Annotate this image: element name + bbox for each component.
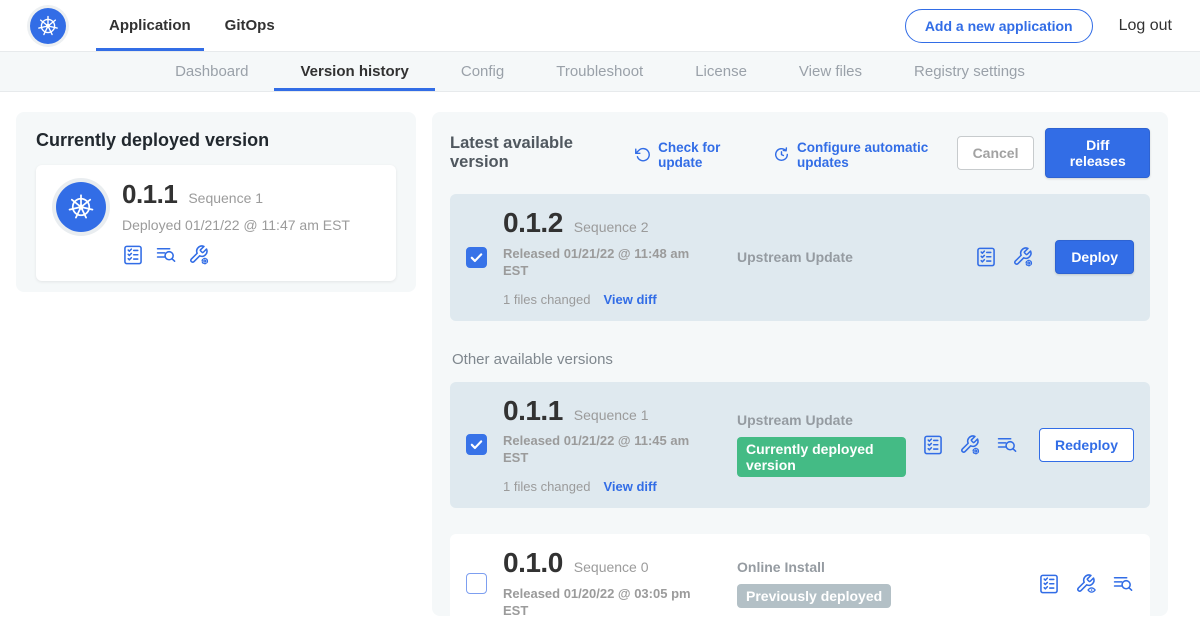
version-actions: Deploy [975,240,1134,274]
version-source: Upstream Update Currently deployed versi… [737,412,906,477]
sequence-label: Sequence 0 [574,559,649,575]
version-source-label: Upstream Update [737,412,906,428]
subnav-tab-view-files[interactable]: View files [773,52,888,91]
deploy-logs-icon[interactable] [155,244,177,266]
subnav-tab-version-history[interactable]: Version history [274,52,434,91]
currently-deployed-title: Currently deployed version [36,130,396,151]
diff-releases-button[interactable]: Diff releases [1045,128,1150,178]
deploy-logs-icon[interactable] [996,434,1018,456]
tab-application[interactable]: Application [96,0,204,51]
subnav-tab-license[interactable]: License [669,52,773,91]
main-content: Currently deployed version 0.1.1 Sequenc… [0,92,1200,634]
top-nav-right: Add a new application Log out [905,0,1200,51]
preflight-checks-icon[interactable] [975,246,997,268]
subnav-tab-config[interactable]: Config [435,52,530,91]
kubernetes-logo [30,8,66,44]
version-row-0-1-0: 0.1.0 Sequence 0 Released 01/20/22 @ 03:… [450,534,1150,634]
released-timestamp: Released 01/20/22 @ 03:05 pm EST [503,586,703,620]
view-diff-link[interactable]: View diff [603,479,656,494]
edit-config-icon[interactable] [959,434,981,456]
auto-update-icon [773,146,790,163]
version-source-label: Upstream Update [737,249,959,265]
version-number: 0.1.0 [503,548,563,579]
currently-deployed-badge: Currently deployed version [737,437,906,477]
preflight-checks-icon[interactable] [922,434,944,456]
subnav-tab-registry-settings[interactable]: Registry settings [888,52,1051,91]
deployed-version-card: 0.1.1 Sequence 1 Deployed 01/21/22 @ 11:… [36,165,396,281]
other-available-versions-title: Other available versions [452,351,1148,368]
version-history-panel: Latest available version Check for updat… [432,112,1168,616]
admin-console-window: Application GitOps Add a new application… [0,0,1200,634]
version-checkbox[interactable] [466,573,487,594]
latest-available-title: Latest available version [450,134,612,172]
top-nav: Application GitOps Add a new application… [0,0,1200,52]
logout-button[interactable]: Log out [1119,17,1172,35]
configure-automatic-updates-link[interactable]: Configure automatic updates [773,140,957,170]
version-checkbox[interactable] [466,247,487,268]
files-changed-label: 1 files changed [503,479,590,494]
version-actions: Redeploy [922,428,1134,462]
app-logo [56,182,106,232]
version-source-label: Online Install [737,559,1022,575]
version-source: Upstream Update [737,249,959,265]
sub-nav: Dashboard Version history Config Trouble… [0,52,1200,92]
deploy-logs-icon[interactable] [1112,573,1134,595]
kubernetes-helm-icon [66,192,96,222]
redeploy-button[interactable]: Redeploy [1039,428,1134,462]
sequence-label: Sequence 1 [574,407,649,423]
version-checkbox[interactable] [466,434,487,455]
deployed-version-number: 0.1.1 [122,180,177,209]
deployed-timestamp: Deployed 01/21/22 @ 11:47 am EST [122,217,350,233]
view-config-icon[interactable] [1075,573,1097,595]
version-number: 0.1.2 [503,208,563,239]
kubernetes-helm-icon [36,14,60,38]
configure-automatic-updates-label: Configure automatic updates [797,140,957,170]
app-tabs: Application GitOps [96,0,296,51]
checkmark-icon [469,250,484,265]
preflight-checks-icon[interactable] [1038,573,1060,595]
version-source: Online Install Previously deployed [737,559,1022,608]
released-timestamp: Released 01/21/22 @ 11:48 am EST [503,246,703,280]
view-diff-link[interactable]: View diff [603,292,656,307]
deployed-version-actions [122,244,350,266]
currently-deployed-panel: Currently deployed version 0.1.1 Sequenc… [16,112,416,292]
deployed-sequence-label: Sequence 1 [188,190,263,206]
refresh-icon [634,146,651,163]
previously-deployed-badge: Previously deployed [737,584,891,608]
check-for-update-link[interactable]: Check for update [634,140,751,170]
files-changed-label: 1 files changed [503,292,590,307]
version-info: 0.1.1 Sequence 1 Released 01/21/22 @ 11:… [503,396,721,495]
cancel-button[interactable]: Cancel [957,136,1035,170]
checkmark-icon [469,437,484,452]
subnav-tab-dashboard[interactable]: Dashboard [149,52,274,91]
deployed-version-info: 0.1.1 Sequence 1 Deployed 01/21/22 @ 11:… [122,180,350,266]
latest-version-header: Latest available version Check for updat… [450,128,1150,178]
deploy-button[interactable]: Deploy [1055,240,1134,274]
subnav-tab-troubleshoot[interactable]: Troubleshoot [530,52,669,91]
preflight-checks-icon[interactable] [122,244,144,266]
tab-gitops[interactable]: GitOps [212,0,288,51]
version-number: 0.1.1 [503,396,563,427]
edit-config-icon[interactable] [1012,246,1034,268]
sequence-label: Sequence 2 [574,219,649,235]
version-row-0-1-1: 0.1.1 Sequence 1 Released 01/21/22 @ 11:… [450,382,1150,509]
version-info: 0.1.2 Sequence 2 Released 01/21/22 @ 11:… [503,208,721,307]
released-timestamp: Released 01/21/22 @ 11:45 am EST [503,433,703,467]
check-for-update-label: Check for update [658,140,751,170]
add-new-application-button[interactable]: Add a new application [905,9,1093,43]
version-actions [1038,573,1134,595]
version-row-0-1-2: 0.1.2 Sequence 2 Released 01/21/22 @ 11:… [450,194,1150,321]
version-info: 0.1.0 Sequence 0 Released 01/20/22 @ 03:… [503,548,721,620]
edit-config-icon[interactable] [188,244,210,266]
